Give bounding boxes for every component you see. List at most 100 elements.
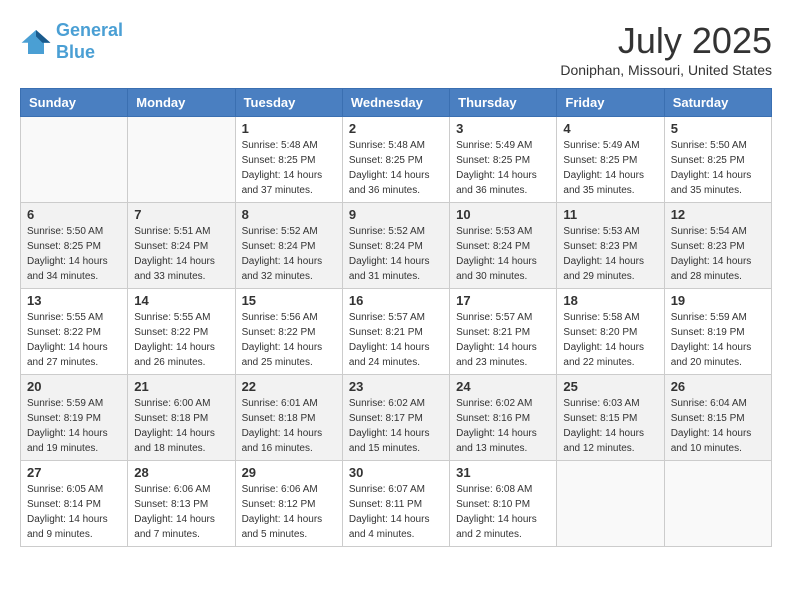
calendar-cell: 13 Sunrise: 5:55 AMSunset: 8:22 PMDayligh… — [21, 289, 128, 375]
calendar-cell: 4 Sunrise: 5:49 AMSunset: 8:25 PMDaylight… — [557, 117, 664, 203]
calendar-cell: 15Sunrise: 5:56 AMSunset: 8:22 PMDayligh… — [235, 289, 342, 375]
day-number: 30 — [349, 465, 443, 480]
day-number: 26 — [671, 379, 765, 394]
day-info: Sunrise: 5:55 AMSunset: 8:22 PMDaylight:… — [27, 310, 121, 370]
calendar-cell: 6 Sunrise: 5:50 AMSunset: 8:25 PMDaylight… — [21, 203, 128, 289]
title-block: July 2025 Doniphan, Missouri, United Sta… — [560, 20, 772, 78]
calendar-cell: 16Sunrise: 5:57 AMSunset: 8:21 PMDayligh… — [342, 289, 449, 375]
day-info: Sunrise: 5:52 AMSunset: 8:24 PMDaylight:… — [242, 224, 336, 284]
day-number: 2 — [349, 121, 443, 136]
calendar-cell: 23 Sunrise: 6:02 AMSunset: 8:17 PMDayligh… — [342, 375, 449, 461]
calendar-cell: 25 Sunrise: 6:03 AMSunset: 8:15 PMDayligh… — [557, 375, 664, 461]
calendar-cell: 7 Sunrise: 5:51 AMSunset: 8:24 PMDaylight… — [128, 203, 235, 289]
logo-icon — [20, 28, 52, 56]
calendar-cell: 11Sunrise: 5:53 AMSunset: 8:23 PMDayligh… — [557, 203, 664, 289]
weekday-header-row: SundayMondayTuesdayWednesdayThursdayFrid… — [21, 89, 772, 117]
day-number: 29 — [242, 465, 336, 480]
day-info: Sunrise: 5:57 AMSunset: 8:21 PMDaylight:… — [349, 310, 443, 370]
day-info: Sunrise: 6:02 AMSunset: 8:16 PMDaylight:… — [456, 396, 550, 456]
day-info: Sunrise: 5:48 AMSunset: 8:25 PMDaylight:… — [349, 138, 443, 198]
day-number: 13 — [27, 293, 121, 308]
day-info: Sunrise: 5:58 AMSunset: 8:20 PMDaylight:… — [563, 310, 657, 370]
day-number: 10 — [456, 207, 550, 222]
weekday-header-tuesday: Tuesday — [235, 89, 342, 117]
weekday-header-monday: Monday — [128, 89, 235, 117]
day-info: Sunrise: 5:49 AMSunset: 8:25 PMDaylight:… — [456, 138, 550, 198]
calendar-cell — [21, 117, 128, 203]
day-info: Sunrise: 5:59 AMSunset: 8:19 PMDaylight:… — [671, 310, 765, 370]
day-info: Sunrise: 5:50 AMSunset: 8:25 PMDaylight:… — [671, 138, 765, 198]
day-info: Sunrise: 5:50 AMSunset: 8:25 PMDaylight:… — [27, 224, 121, 284]
day-number: 4 — [563, 121, 657, 136]
day-number: 25 — [563, 379, 657, 394]
weekday-header-thursday: Thursday — [450, 89, 557, 117]
day-number: 6 — [27, 207, 121, 222]
day-info: Sunrise: 5:49 AMSunset: 8:25 PMDaylight:… — [563, 138, 657, 198]
day-info: Sunrise: 5:59 AMSunset: 8:19 PMDaylight:… — [27, 396, 121, 456]
calendar-week-row: 1 Sunrise: 5:48 AMSunset: 8:25 PMDaylight… — [21, 117, 772, 203]
calendar-cell: 14 Sunrise: 5:55 AMSunset: 8:22 PMDayligh… — [128, 289, 235, 375]
day-info: Sunrise: 6:01 AMSunset: 8:18 PMDaylight:… — [242, 396, 336, 456]
day-number: 14 — [134, 293, 228, 308]
weekday-header-saturday: Saturday — [664, 89, 771, 117]
day-info: Sunrise: 6:06 AMSunset: 8:13 PMDaylight:… — [134, 482, 228, 542]
day-number: 15 — [242, 293, 336, 308]
calendar-cell: 5Sunrise: 5:50 AMSunset: 8:25 PMDaylight… — [664, 117, 771, 203]
day-info: Sunrise: 5:48 AMSunset: 8:25 PMDaylight:… — [242, 138, 336, 198]
logo: General Blue — [20, 20, 123, 63]
weekday-header-friday: Friday — [557, 89, 664, 117]
calendar-cell — [128, 117, 235, 203]
calendar-cell: 19 Sunrise: 5:59 AMSunset: 8:19 PMDayligh… — [664, 289, 771, 375]
calendar-cell: 27Sunrise: 6:05 AMSunset: 8:14 PMDayligh… — [21, 461, 128, 547]
day-number: 17 — [456, 293, 550, 308]
calendar-cell: 12 Sunrise: 5:54 AMSunset: 8:23 PMDayligh… — [664, 203, 771, 289]
logo-line2: Blue — [56, 42, 95, 62]
logo-text: General Blue — [56, 20, 123, 63]
day-info: Sunrise: 6:03 AMSunset: 8:15 PMDaylight:… — [563, 396, 657, 456]
day-number: 3 — [456, 121, 550, 136]
day-info: Sunrise: 5:54 AMSunset: 8:23 PMDaylight:… — [671, 224, 765, 284]
day-number: 11 — [563, 207, 657, 222]
day-number: 31 — [456, 465, 550, 480]
weekday-header-wednesday: Wednesday — [342, 89, 449, 117]
day-info: Sunrise: 5:51 AMSunset: 8:24 PMDaylight:… — [134, 224, 228, 284]
day-info: Sunrise: 6:08 AMSunset: 8:10 PMDaylight:… — [456, 482, 550, 542]
weekday-header-sunday: Sunday — [21, 89, 128, 117]
calendar-cell: 29Sunrise: 6:06 AMSunset: 8:12 PMDayligh… — [235, 461, 342, 547]
day-number: 1 — [242, 121, 336, 136]
day-info: Sunrise: 5:57 AMSunset: 8:21 PMDaylight:… — [456, 310, 550, 370]
calendar-week-row: 27Sunrise: 6:05 AMSunset: 8:14 PMDayligh… — [21, 461, 772, 547]
day-info: Sunrise: 5:52 AMSunset: 8:24 PMDaylight:… — [349, 224, 443, 284]
day-info: Sunrise: 5:55 AMSunset: 8:22 PMDaylight:… — [134, 310, 228, 370]
calendar-cell: 26 Sunrise: 6:04 AMSunset: 8:15 PMDayligh… — [664, 375, 771, 461]
day-number: 7 — [134, 207, 228, 222]
page-header: General Blue July 2025 Doniphan, Missour… — [20, 20, 772, 78]
calendar-table: SundayMondayTuesdayWednesdayThursdayFrid… — [20, 88, 772, 547]
calendar-cell: 3 Sunrise: 5:49 AMSunset: 8:25 PMDaylight… — [450, 117, 557, 203]
calendar-week-row: 6 Sunrise: 5:50 AMSunset: 8:25 PMDaylight… — [21, 203, 772, 289]
day-info: Sunrise: 5:53 AMSunset: 8:24 PMDaylight:… — [456, 224, 550, 284]
month-title: July 2025 — [560, 20, 772, 62]
day-info: Sunrise: 6:02 AMSunset: 8:17 PMDaylight:… — [349, 396, 443, 456]
day-number: 24 — [456, 379, 550, 394]
day-number: 23 — [349, 379, 443, 394]
day-number: 12 — [671, 207, 765, 222]
calendar-cell: 17 Sunrise: 5:57 AMSunset: 8:21 PMDayligh… — [450, 289, 557, 375]
calendar-cell: 2 Sunrise: 5:48 AMSunset: 8:25 PMDaylight… — [342, 117, 449, 203]
calendar-cell: 22 Sunrise: 6:01 AMSunset: 8:18 PMDayligh… — [235, 375, 342, 461]
calendar-cell: 31 Sunrise: 6:08 AMSunset: 8:10 PMDayligh… — [450, 461, 557, 547]
calendar-cell — [557, 461, 664, 547]
calendar-cell: 28Sunrise: 6:06 AMSunset: 8:13 PMDayligh… — [128, 461, 235, 547]
day-number: 8 — [242, 207, 336, 222]
day-number: 20 — [27, 379, 121, 394]
calendar-cell: 18Sunrise: 5:58 AMSunset: 8:20 PMDayligh… — [557, 289, 664, 375]
calendar-cell: 24 Sunrise: 6:02 AMSunset: 8:16 PMDayligh… — [450, 375, 557, 461]
calendar-cell — [664, 461, 771, 547]
day-info: Sunrise: 6:04 AMSunset: 8:15 PMDaylight:… — [671, 396, 765, 456]
day-number: 19 — [671, 293, 765, 308]
day-number: 22 — [242, 379, 336, 394]
day-info: Sunrise: 6:00 AMSunset: 8:18 PMDaylight:… — [134, 396, 228, 456]
day-info: Sunrise: 6:05 AMSunset: 8:14 PMDaylight:… — [27, 482, 121, 542]
calendar-cell: 8 Sunrise: 5:52 AMSunset: 8:24 PMDaylight… — [235, 203, 342, 289]
calendar-cell: 30Sunrise: 6:07 AMSunset: 8:11 PMDayligh… — [342, 461, 449, 547]
